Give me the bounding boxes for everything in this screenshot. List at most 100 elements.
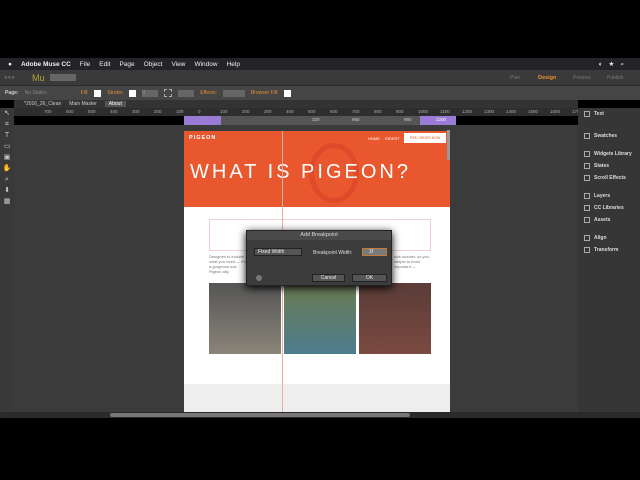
ruler-tick: 1300 (484, 109, 495, 114)
ruler-tick: 300 (132, 109, 140, 114)
ruler-tick: 500 (308, 109, 316, 114)
panel-align[interactable]: Align (578, 232, 640, 244)
tab-about[interactable]: About (104, 101, 126, 107)
mode-preview[interactable]: Preview (573, 75, 591, 81)
menu-bar: ● Adobe Muse CC File Edit Page Object Vi… (0, 58, 640, 70)
panel-transform[interactable]: Transform (578, 244, 640, 256)
nav-ridert[interactable]: RIDERT (385, 136, 400, 141)
tool-icons[interactable]: ↖ ⌗ T ▭ ▣ ✋ ⌕ ⬇ ▦ (0, 108, 14, 207)
body-text-right: sick scooter, so you, simple to most imp… (394, 254, 431, 269)
breakpoint-bar[interactable]: 320 960 990 1200 (184, 116, 456, 125)
panel-swatches[interactable]: Swatches (578, 130, 640, 142)
ruler-tick: 400 (110, 109, 118, 114)
page-state[interactable]: No States (25, 90, 75, 96)
ruler-tick: 900 (396, 109, 404, 114)
breakpoint-width-label: Breakpoint Width: (313, 250, 353, 256)
photo-woman (284, 283, 356, 354)
right-panel: Text Swatches Widgets Library States Scr… (578, 108, 640, 412)
nav-home[interactable]: HOME (368, 136, 380, 141)
ruler-tick: 1000 (418, 109, 429, 114)
zoom-select[interactable] (50, 74, 76, 81)
breakpoint-990[interactable]: 990 (404, 117, 412, 122)
pigeon-logo[interactable]: PIGEON (189, 135, 216, 141)
menu-help[interactable]: Help (227, 61, 240, 68)
hero-banner[interactable]: PIGEON HOME RIDERT PRE-ORDER NOW WHAT IS… (184, 131, 450, 207)
ruler-tick: 1200 (462, 109, 473, 114)
effects-select[interactable] (222, 89, 245, 97)
ruler-tick: 200 (242, 109, 250, 114)
control-bar: Page: No States Fill: Stroke: 0 Effects:… (0, 86, 640, 100)
help-icon[interactable] (256, 275, 262, 281)
photo-scooter-1 (209, 283, 281, 354)
fill-swatch[interactable] (94, 89, 102, 97)
breakpoint-320[interactable]: 320 (312, 117, 320, 122)
breakpoint-960[interactable]: 960 (352, 117, 360, 122)
mode-publish[interactable]: Publish (607, 75, 623, 81)
menu-page[interactable]: Page (119, 61, 134, 68)
browser-fill-swatch[interactable] (284, 89, 292, 97)
ruler-tick: 1100 (440, 109, 450, 114)
muse-logo: Mu (32, 73, 45, 83)
breakpoint-1200[interactable]: 1200 (420, 116, 456, 125)
ruler-tick: 700 (352, 109, 360, 114)
ruler-tick: 100 (176, 109, 184, 114)
menu-object[interactable]: Object (144, 61, 163, 68)
footer-area (184, 384, 450, 412)
ruler-tick: 1600 (550, 109, 561, 114)
ruler-tick: 300 (264, 109, 272, 114)
panel-text[interactable]: Text (578, 108, 640, 120)
stroke-label[interactable]: Stroke: (107, 90, 123, 96)
ruler-tick: 600 (330, 109, 338, 114)
stroke-width[interactable]: 0 (142, 89, 159, 97)
width-mode-select[interactable]: Fixed Width (254, 248, 302, 256)
panel-assets[interactable]: Assets (578, 214, 640, 226)
corner-radius[interactable] (178, 89, 195, 97)
app-menu[interactable]: Adobe Muse CC (21, 61, 71, 68)
ruler-tick: 200 (154, 109, 162, 114)
status-icons[interactable]: ◐★⌕ (599, 60, 630, 69)
document-tabs: *2016_26_Clean Main Master About (14, 100, 578, 108)
ruler-tick: 600 (66, 109, 74, 114)
browser-fill-label[interactable]: Browser Fill: (251, 90, 279, 96)
panel-widgets-library[interactable]: Widgets Library (578, 148, 640, 160)
breakpoint-width-input[interactable]: 1f (362, 248, 387, 256)
window-controls[interactable]: ●●● (4, 75, 15, 81)
menu-window[interactable]: Window (194, 61, 217, 68)
ruler-tick: 700 (44, 109, 52, 114)
preorder-button[interactable]: PRE-ORDER NOW (404, 133, 446, 143)
tab-master[interactable]: Main Master (69, 101, 97, 107)
add-breakpoint-dialog: Add Breakpoint Fixed Width Breakpoint Wi… (246, 230, 392, 286)
panel-cc-libraries[interactable]: CC Libraries (578, 202, 640, 214)
corner-icon[interactable] (164, 89, 173, 97)
cancel-button[interactable]: Cancel (312, 274, 345, 282)
vertical-scrollbar[interactable] (447, 130, 450, 160)
ruler-tick: 800 (374, 109, 382, 114)
tab-clean[interactable]: *2016_26_Clean (24, 101, 61, 107)
panel-scroll-effects[interactable]: Scroll Effects (578, 172, 640, 184)
ruler-tick: 500 (88, 109, 96, 114)
toolbox: ↖ ⌗ T ▭ ▣ ✋ ⌕ ⬇ ▦ (0, 108, 14, 412)
fill-label[interactable]: Fill: (81, 90, 89, 96)
mode-design[interactable]: Design (538, 75, 556, 81)
ruler-tick: 400 (286, 109, 294, 114)
ruler-tick: 100 (220, 109, 228, 114)
app-toolbar: ●●● Mu Plan Design Preview Publish (0, 70, 640, 86)
menu-view[interactable]: View (171, 61, 185, 68)
body-text-left: Designed to include what you need — it's… (209, 254, 247, 274)
effects-label[interactable]: Effects: (200, 90, 217, 96)
ok-button[interactable]: OK (352, 274, 387, 282)
panel-layers[interactable]: Layers (578, 190, 640, 202)
panel-states[interactable]: States (578, 160, 640, 172)
stroke-swatch[interactable] (129, 89, 137, 97)
ruler-tick: 1400 (506, 109, 517, 114)
mode-plan[interactable]: Plan (510, 75, 520, 81)
dialog-title: Add Breakpoint (247, 231, 391, 240)
menu-file[interactable]: File (80, 61, 90, 68)
horizontal-scrollbar[interactable] (110, 413, 410, 417)
breakpoint-min[interactable] (184, 116, 221, 125)
horizontal-ruler: 700 600 500 400 300 200 100 0 100 200 300 400 500 600… (14, 108, 582, 116)
menu-edit[interactable]: Edit (99, 61, 110, 68)
page-label: Page: (5, 90, 19, 96)
apple-icon[interactable]: ● (8, 61, 12, 68)
ruler-tick: 0 (198, 109, 201, 114)
